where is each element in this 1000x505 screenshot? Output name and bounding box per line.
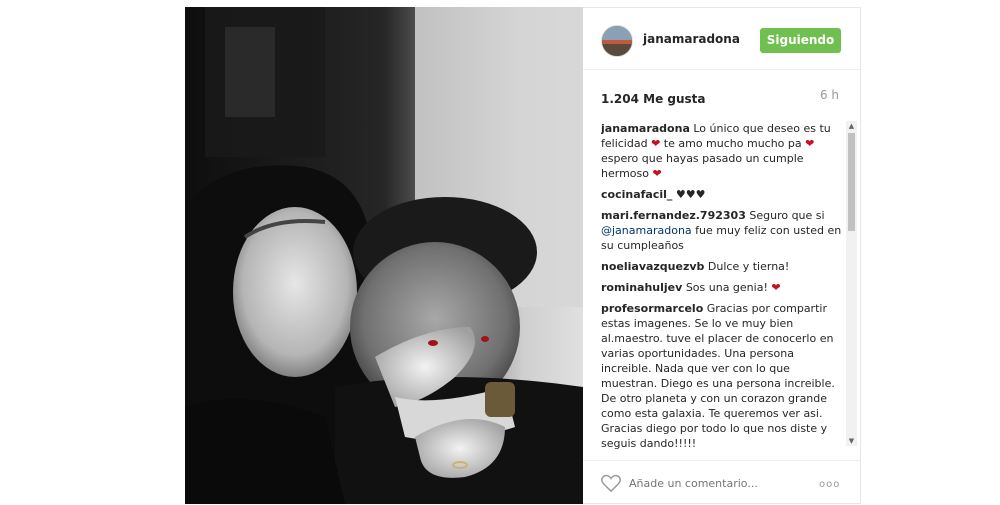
comment-username[interactable]: janamaradona xyxy=(601,122,690,135)
post-photo-image xyxy=(185,7,583,504)
avatar-image xyxy=(602,26,632,56)
comment-text: ♥♥♥ xyxy=(675,188,706,201)
comment-item: profesormarcelo Gracias por compartir es… xyxy=(601,301,845,451)
instagram-post-page: janamaradona Siguiendo 1.204 Me gusta 6 … xyxy=(0,0,1000,505)
comment-text-part: espero que hayas pasado un cumple hermos… xyxy=(601,152,804,180)
likes-count[interactable]: 1.204 Me gusta xyxy=(601,92,706,106)
post-photo[interactable] xyxy=(185,7,583,504)
heart-emoji-icon: ❤ xyxy=(652,167,662,180)
heart-emoji-icon: ❤ xyxy=(771,281,781,294)
comment-username[interactable]: rominahuljev xyxy=(601,281,682,294)
comment-item: noeliavazquezvb Dulce y tierna! xyxy=(601,259,845,274)
mention-link[interactable]: @janamaradona xyxy=(601,224,692,237)
scrollbar-thumb[interactable] xyxy=(848,133,855,231)
comment-text: Gracias por compartir estas imagenes. Se… xyxy=(601,302,835,450)
comment-text-part: te amo mucho mucho pa xyxy=(663,137,802,150)
comment-username[interactable]: mari.fernandez.792303 xyxy=(601,209,746,222)
comment-item: mari.fernandez.792303 Seguro que si @jan… xyxy=(601,208,845,253)
following-button[interactable]: Siguiendo xyxy=(760,28,841,53)
comment-text: Sos una genia! xyxy=(685,281,768,294)
post-time[interactable]: 6 h xyxy=(820,88,839,102)
more-options-icon[interactable]: ooo xyxy=(819,479,840,490)
comment-item: rominahuljev Sos una genia! ❤ xyxy=(601,280,845,295)
comment-username[interactable]: noeliavazquezvb xyxy=(601,260,704,273)
likes-row: 1.204 Me gusta 6 h xyxy=(601,88,841,106)
heart-icon[interactable] xyxy=(600,473,622,493)
comment-item: cocinafacil_ ♥♥♥ xyxy=(601,187,845,202)
post-footer: ooo xyxy=(583,460,860,505)
post-header: janamaradona Siguiendo xyxy=(583,8,860,70)
avatar[interactable] xyxy=(601,25,633,57)
heart-emoji-icon: ❤ xyxy=(651,137,661,150)
username[interactable]: janamaradona xyxy=(643,32,740,46)
add-comment-input[interactable] xyxy=(629,473,819,493)
scroll-down-arrow-icon[interactable]: ▼ xyxy=(846,436,857,446)
heart-emoji-icon: ❤ xyxy=(805,137,815,150)
comment-text: Dulce y tierna! xyxy=(707,260,790,273)
comment-username[interactable]: cocinafacil_ xyxy=(601,188,672,201)
comments-scrollbar[interactable]: ▲ ▼ xyxy=(846,121,857,446)
comment-item: janamaradona Lo único que deseo es tu fe… xyxy=(601,121,845,181)
comment-username[interactable]: profesormarcelo xyxy=(601,302,703,315)
post-details-panel: janamaradona Siguiendo 1.204 Me gusta 6 … xyxy=(583,7,861,504)
scroll-up-arrow-icon[interactable]: ▲ xyxy=(846,121,857,131)
comment-text: Seguro que si xyxy=(749,209,825,222)
comments-list: janamaradona Lo único que deseo es tu fe… xyxy=(601,121,845,451)
